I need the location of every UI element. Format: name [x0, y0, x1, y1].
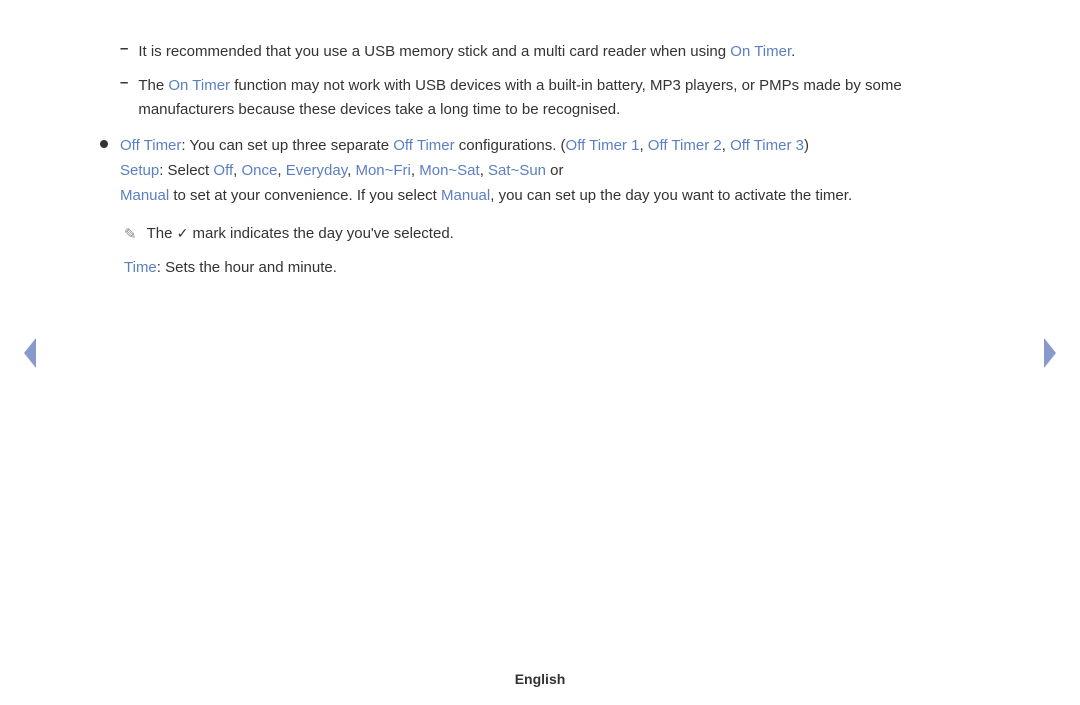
- off-timer-link-inline[interactable]: Off Timer: [393, 137, 454, 154]
- bullet-text-2: configurations. (: [455, 137, 566, 154]
- close-paren: ): [804, 137, 809, 154]
- or-text: or: [546, 162, 564, 179]
- mon-sat-link[interactable]: Mon~Sat: [419, 162, 479, 179]
- sat-sun-link[interactable]: Sat~Sun: [488, 162, 546, 179]
- off-timer-1-link[interactable]: Off Timer 1: [566, 137, 640, 154]
- next-arrow[interactable]: [1035, 328, 1065, 378]
- time-text: : Sets the hour and minute.: [157, 259, 337, 276]
- everyday-link[interactable]: Everyday: [286, 162, 347, 179]
- bullet-text-1: : You can set up three separate: [181, 137, 393, 154]
- dash-item-2: – The On Timer function may not work wit…: [100, 74, 980, 122]
- footer: English: [0, 671, 1080, 687]
- manual-link-2[interactable]: Manual: [441, 187, 490, 204]
- comma-7: ,: [480, 162, 488, 179]
- off-link[interactable]: Off: [213, 162, 233, 179]
- bullet-dot: [100, 140, 108, 148]
- mon-fri-link[interactable]: Mon~Fri: [355, 162, 410, 179]
- bullet-content: Off Timer: You can set up three separate…: [120, 134, 980, 280]
- note-text: The ✓ mark indicates the day you've sele…: [147, 222, 454, 246]
- manual-link-1[interactable]: Manual: [120, 187, 169, 204]
- comma-4: ,: [277, 162, 285, 179]
- dash-symbol-2: –: [120, 74, 128, 91]
- note-icon: ✎: [124, 223, 137, 248]
- off-timer-2-link[interactable]: Off Timer 2: [648, 137, 722, 154]
- time-line: Time: Sets the hour and minute.: [120, 256, 980, 280]
- setup-colon: : Select: [159, 162, 213, 179]
- on-timer-link-2[interactable]: On Timer: [168, 77, 230, 94]
- on-timer-link-1[interactable]: On Timer: [730, 43, 791, 60]
- off-timer-label-1[interactable]: Off Timer: [120, 137, 181, 154]
- content-area: – It is recommended that you use a USB m…: [100, 20, 980, 314]
- off-timer-3-link[interactable]: Off Timer 3: [730, 137, 804, 154]
- comma-1: ,: [639, 137, 647, 154]
- time-label[interactable]: Time: [124, 259, 157, 276]
- once-link[interactable]: Once: [241, 162, 277, 179]
- manual-text-2: , you can set up the day you want to act…: [490, 187, 852, 204]
- setup-label[interactable]: Setup: [120, 162, 159, 179]
- note-block: ✎ The ✓ mark indicates the day you've se…: [120, 222, 980, 248]
- language-label: English: [515, 671, 566, 687]
- comma-6: ,: [411, 162, 419, 179]
- dash-symbol-1: –: [120, 40, 128, 57]
- manual-text-1: to set at your convenience. If you selec…: [169, 187, 441, 204]
- dash-text-2: The On Timer function may not work with …: [138, 74, 980, 122]
- bullet-item-off-timer: Off Timer: You can set up three separate…: [100, 134, 980, 280]
- dash-item-1: – It is recommended that you use a USB m…: [100, 40, 980, 64]
- prev-arrow[interactable]: [15, 328, 45, 378]
- comma-2: ,: [722, 137, 730, 154]
- checkmark-symbol: ✓: [177, 225, 189, 241]
- dash-text-1: It is recommended that you use a USB mem…: [138, 40, 795, 64]
